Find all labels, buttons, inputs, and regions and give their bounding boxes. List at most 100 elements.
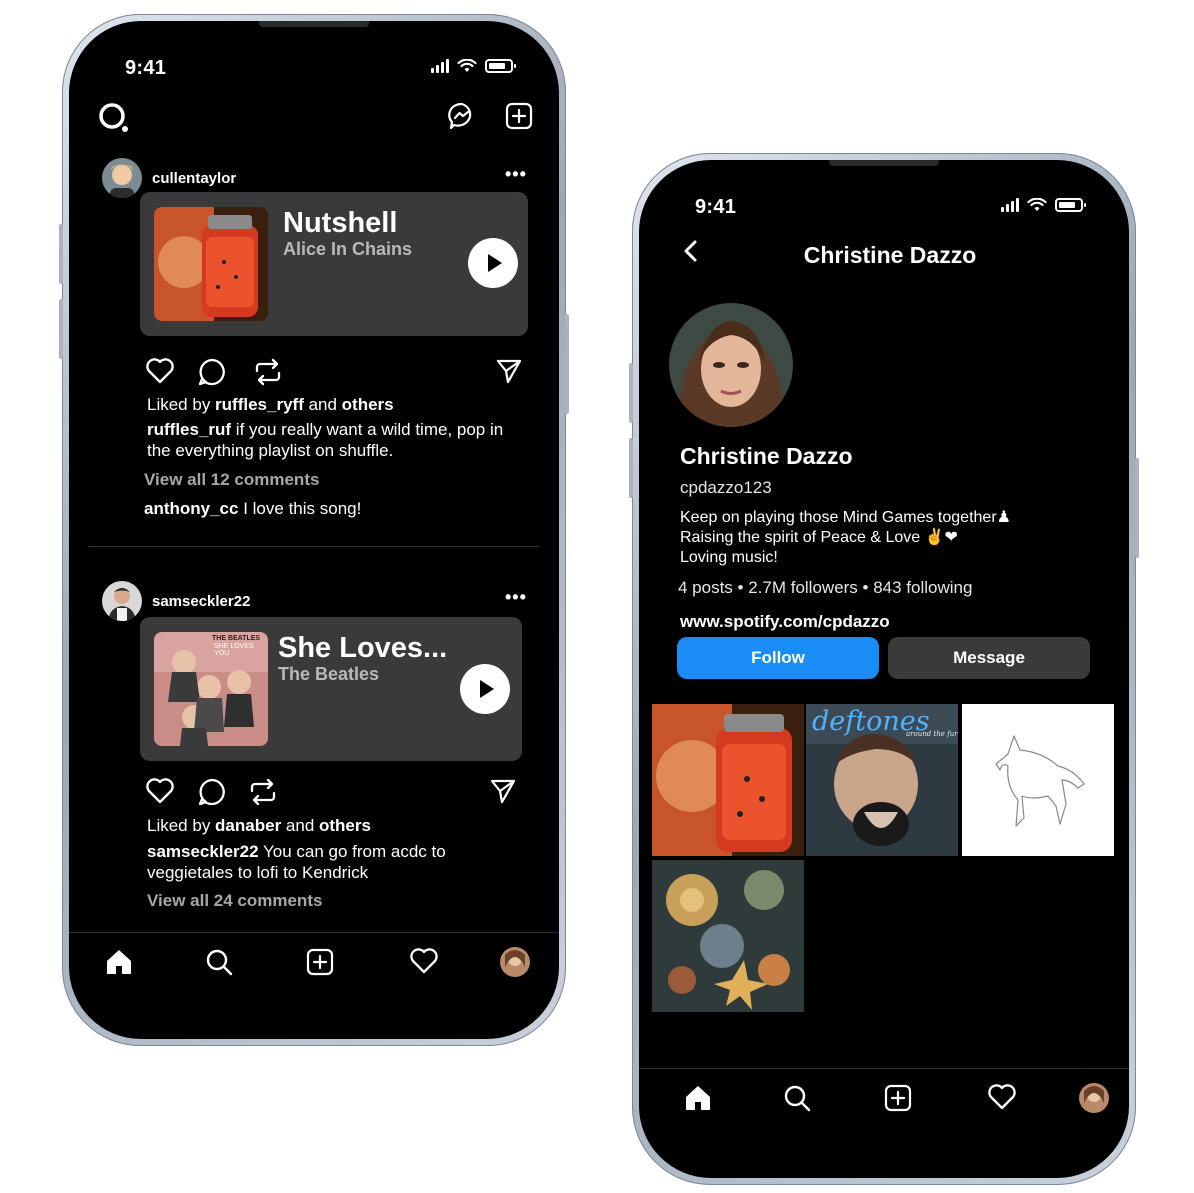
post-1-comment: anthony_cc I love this song! <box>144 499 361 519</box>
post-2-author[interactable]: samseckler22 <box>102 581 250 621</box>
battery-icon <box>1055 198 1086 212</box>
post-2-actions <box>145 777 523 809</box>
search-icon[interactable] <box>782 1083 812 1113</box>
battery-icon <box>485 59 516 73</box>
post-2-play-button[interactable] <box>460 664 510 714</box>
post-1-album-cover <box>154 207 268 321</box>
post-1-caption-line-2: the everything playlist on shuffle. <box>147 441 394 460</box>
status-time: 9:41 <box>125 57 167 79</box>
grid-deftones-subtext: around the fur <box>906 730 958 738</box>
post-2-song-title: She Loves... <box>278 632 448 664</box>
cellular-signal-icon <box>431 59 449 73</box>
status-time: 9:41 <box>695 196 737 218</box>
liked-and-label: and <box>303 395 342 414</box>
liked-by-user[interactable]: ruffles_ryff <box>215 395 304 414</box>
comment-username[interactable]: anthony_cc <box>144 499 238 518</box>
profile-screen: 9:41 Christine Dazzo Christine Dazzo cpd… <box>639 160 1129 1178</box>
profile-avatar[interactable] <box>669 303 793 427</box>
post-2-username[interactable]: samseckler22 <box>152 593 250 610</box>
caption-username[interactable]: samseckler22 <box>147 842 259 861</box>
home-icon[interactable] <box>104 947 134 977</box>
post-2-more-icon[interactable]: ••• <box>505 587 527 608</box>
liked-and-label: and <box>281 816 319 835</box>
feed-screen: 9:41 cullentaylor ••• Nutshell Alice In … <box>69 21 559 1039</box>
like-icon[interactable] <box>145 357 175 385</box>
post-1-caption-line-1: ruffles_ruf if you really want a wild ti… <box>147 420 503 440</box>
post-2-caption-line-2: veggietales to lofi to Kendrick <box>147 863 369 882</box>
create-icon[interactable] <box>883 1083 913 1113</box>
profile-link[interactable]: www.spotify.com/cpdazzo <box>680 612 890 632</box>
status-bar: 9:41 <box>639 160 1129 220</box>
grid-post-1[interactable] <box>652 704 804 856</box>
post-2-song-card[interactable]: THE BEATLES SHE LOVES YOU She Loves... T… <box>140 617 522 761</box>
volume-down-button <box>629 438 633 498</box>
repost-icon[interactable] <box>252 357 284 387</box>
post-1-avatar[interactable] <box>102 158 142 198</box>
liked-others-link[interactable]: others <box>319 816 371 835</box>
bio-line-3: Loving music! <box>680 549 778 566</box>
cover-band-text: THE BEATLES <box>212 635 261 642</box>
create-icon[interactable] <box>305 947 335 977</box>
post-1-username[interactable]: cullentaylor <box>152 170 236 187</box>
grid-post-2[interactable]: deftones around the fur <box>806 704 958 856</box>
liked-others-link[interactable]: others <box>342 395 394 414</box>
volume-down-button <box>59 299 63 359</box>
caption-text: if you really want a wild time, pop in <box>231 420 504 439</box>
profile-bio: Keep on playing those Mind Games togethe… <box>680 508 1011 568</box>
caption-username[interactable]: ruffles_ruf <box>147 420 231 439</box>
like-icon[interactable] <box>145 777 175 805</box>
volume-up-button <box>629 363 633 423</box>
messenger-icon[interactable] <box>447 101 477 131</box>
profile-name: Christine Dazzo <box>680 443 853 469</box>
caption-text: You can go from acdc to <box>258 842 446 861</box>
post-1-more-icon[interactable]: ••• <box>505 164 527 185</box>
post-1-view-comments[interactable]: View all 12 comments <box>144 470 319 490</box>
post-2-liked-by: Liked by danaber and others <box>147 816 371 836</box>
post-2-album-cover: THE BEATLES SHE LOVES YOU <box>154 632 268 746</box>
message-button[interactable]: Message <box>888 637 1090 679</box>
comment-icon[interactable] <box>197 357 227 387</box>
volume-up-button <box>59 224 63 284</box>
post-2-view-comments[interactable]: View all 24 comments <box>147 891 322 911</box>
liked-by-label: Liked by <box>147 395 216 414</box>
post-2-caption-line-1: samseckler22 You can go from acdc to <box>147 842 446 862</box>
app-logo-icon[interactable] <box>97 101 131 135</box>
bio-line-2: Raising the spirit of Peace & Love ✌️❤ <box>680 529 958 546</box>
liked-by-user[interactable]: danaber <box>215 816 281 835</box>
liked-by-label: Liked by <box>147 816 216 835</box>
profile-tab-bar <box>639 1068 1129 1138</box>
grid-post-3[interactable] <box>962 704 1114 856</box>
search-icon[interactable] <box>204 947 234 977</box>
feed-phone-frame: 9:41 cullentaylor ••• Nutshell Alice In … <box>59 14 569 1046</box>
comment-text: I love this song! <box>238 499 362 518</box>
new-post-icon[interactable] <box>504 101 534 131</box>
activity-heart-icon[interactable] <box>409 947 439 975</box>
feed-tab-bar <box>69 932 559 1002</box>
comment-icon[interactable] <box>197 777 227 807</box>
home-icon[interactable] <box>683 1083 713 1113</box>
wifi-icon <box>1027 198 1047 211</box>
post-2-avatar[interactable] <box>102 581 142 621</box>
share-icon[interactable] <box>495 357 523 385</box>
profile-header-title: Christine Dazzo <box>803 242 977 268</box>
profile-avatar-icon[interactable] <box>1079 1083 1109 1113</box>
activity-heart-icon[interactable] <box>987 1083 1017 1111</box>
post-1-play-button[interactable] <box>468 238 518 288</box>
repost-icon[interactable] <box>247 777 279 807</box>
post-1-song-card[interactable]: Nutshell Alice In Chains <box>140 192 528 336</box>
grid-post-4[interactable] <box>652 860 804 1012</box>
post-1-song-title: Nutshell <box>283 207 398 239</box>
post-1-actions <box>145 357 523 389</box>
profile-handle: cpdazzo123 <box>680 478 772 497</box>
power-button <box>565 314 569 414</box>
share-icon[interactable] <box>489 777 517 805</box>
cover-title-text: SHE LOVES YOU <box>214 643 254 657</box>
follow-button[interactable]: Follow <box>677 637 879 679</box>
post-2-song-artist: The Beatles <box>278 664 380 684</box>
post-1-liked-by: Liked by ruffles_ryff and others <box>147 395 394 415</box>
profile-stats[interactable]: 4 posts • 2.7M followers • 843 following <box>678 578 972 598</box>
post-divider <box>89 546 539 547</box>
bio-line-1: Keep on playing those Mind Games togethe… <box>680 509 1011 526</box>
wifi-icon <box>457 59 477 72</box>
profile-avatar-icon[interactable] <box>500 947 530 977</box>
